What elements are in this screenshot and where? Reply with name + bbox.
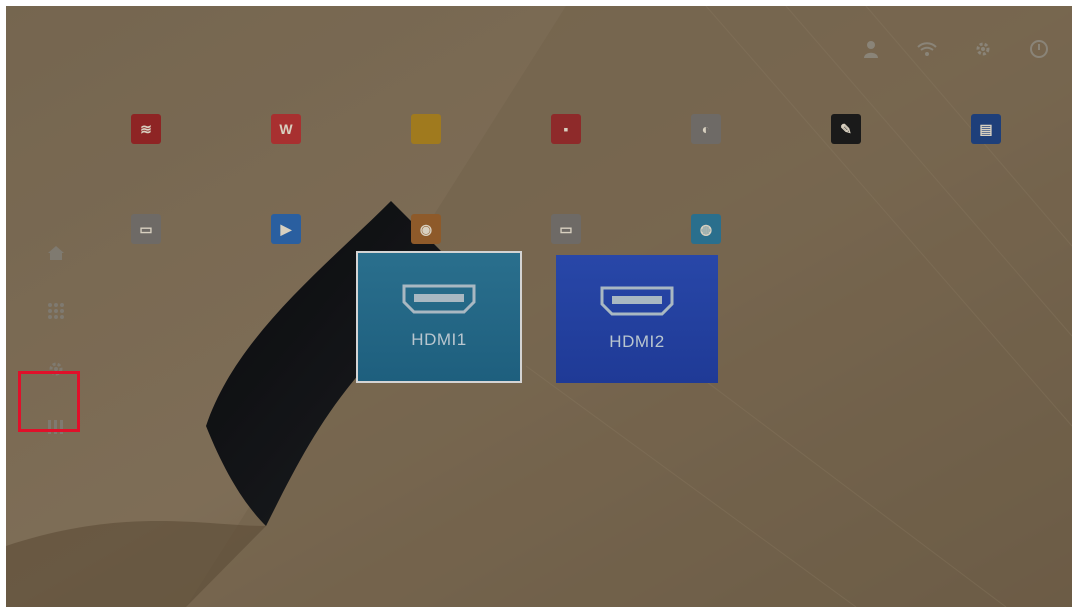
app-icon [411,114,441,144]
status-bar [856,34,1054,64]
app-launcher[interactable]: ◐ [636,114,776,214]
app-launcher[interactable]: ▤ [916,114,1056,214]
person-icon[interactable] [856,34,886,64]
power-icon[interactable] [1024,34,1054,64]
app-icon: ▤ [971,114,1001,144]
app-launcher[interactable]: W [216,114,356,214]
app-icon: ▪ [551,114,581,144]
app-launcher[interactable]: ▭ [76,214,216,314]
app-icon: ▶ [271,214,301,244]
input-source-panel: HDMI1 HDMI2 [356,251,718,383]
tv-home-screen: ≋ W ▪ ◐ ✎ ▤ ▭ ▶ ◉ ▭ ◍ HDMI1 HDMI2 [6,6,1072,607]
hdmi-port-icon [402,284,476,314]
wifi-icon[interactable] [912,34,942,64]
hdmi-port-icon [600,286,674,316]
hdmi2-label: HDMI2 [609,332,665,351]
app-launcher[interactable] [356,114,496,214]
app-icon: ✎ [831,114,861,144]
app-row-1: ≋ W ▪ ◐ ✎ ▤ [76,114,1056,214]
app-icon: ◍ [691,214,721,244]
app-icon: W [271,114,301,144]
sources-highlight-box [18,371,80,432]
gear-icon[interactable] [968,34,998,64]
app-icon: ▭ [551,214,581,244]
app-icon: ≋ [131,114,161,144]
app-icon: ◐ [691,114,721,144]
app-launcher[interactable]: ▪ [496,114,636,214]
hdmi2-source-tile[interactable]: HDMI2 [556,255,718,383]
app-launcher[interactable]: ✎ [776,114,916,214]
app-launcher[interactable]: ▶ [216,214,356,314]
app-icon: ◉ [411,214,441,244]
app-icon: ▭ [131,214,161,244]
app-launcher[interactable]: ≋ [76,114,216,214]
home-icon[interactable] [24,224,88,282]
hdmi1-source-tile[interactable]: HDMI1 [356,251,522,383]
hdmi1-label: HDMI1 [411,330,467,349]
apps-grid-icon[interactable] [24,282,88,340]
